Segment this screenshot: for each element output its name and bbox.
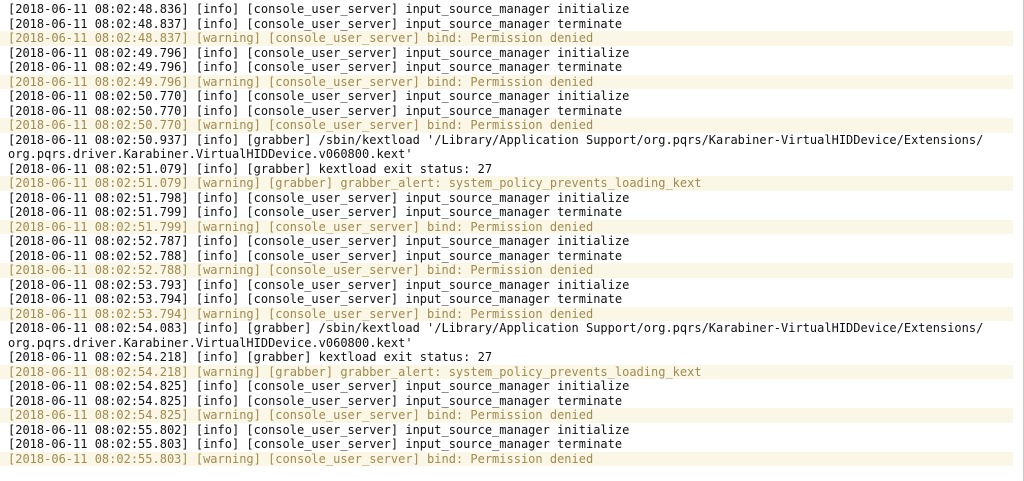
log-line-warning[interactable]: [2018-06-11 08:02:53.794] [warning] [con… — [0, 306, 1013, 321]
log-line-info[interactable]: [2018-06-11 08:02:53.794] [info] [consol… — [0, 292, 1013, 307]
log-line-info[interactable]: [2018-06-11 08:02:51.798] [info] [consol… — [0, 191, 1013, 206]
log-line-info[interactable]: [2018-06-11 08:02:55.803] [info] [consol… — [0, 437, 1013, 452]
log-line-info[interactable]: [2018-06-11 08:02:50.937] [info] [grabbe… — [0, 133, 1013, 162]
log-line-info[interactable]: [2018-06-11 08:02:55.802] [info] [consol… — [0, 423, 1013, 438]
log-line-info[interactable]: [2018-06-11 08:02:50.770] [info] [consol… — [0, 89, 1013, 104]
log-line-info[interactable]: [2018-06-11 08:02:49.796] [info] [consol… — [0, 46, 1013, 61]
log-line-warning[interactable]: [2018-06-11 08:02:50.770] [warning] [con… — [0, 118, 1013, 133]
log-line-warning[interactable]: [2018-06-11 08:02:51.799] [warning] [con… — [0, 219, 1013, 234]
log-line-warning[interactable]: [2018-06-11 08:02:54.218] [warning] [gra… — [0, 364, 1013, 379]
log-line-info[interactable]: [2018-06-11 08:02:51.799] [info] [consol… — [0, 205, 1013, 220]
log-line-warning[interactable]: [2018-06-11 08:02:52.788] [warning] [con… — [0, 263, 1013, 278]
log-line-warning[interactable]: [2018-06-11 08:02:54.825] [warning] [con… — [0, 408, 1013, 423]
log-line-info[interactable]: [2018-06-11 08:02:48.836] [info] [consol… — [0, 2, 1013, 17]
log-line-info[interactable]: [2018-06-11 08:02:49.796] [info] [consol… — [0, 60, 1013, 75]
log-line-warning[interactable]: [2018-06-11 08:02:55.803] [warning] [con… — [0, 451, 1013, 466]
log-line-info[interactable]: [2018-06-11 08:02:50.770] [info] [consol… — [0, 104, 1013, 119]
log-line-info[interactable]: [2018-06-11 08:02:54.083] [info] [grabbe… — [0, 321, 1013, 350]
log-line-info[interactable]: [2018-06-11 08:02:54.825] [info] [consol… — [0, 379, 1013, 394]
log-viewer[interactable]: [2018-06-11 08:02:48.836] [info] [consol… — [0, 0, 1024, 481]
log-line-info[interactable]: [2018-06-11 08:02:54.218] [info] [grabbe… — [0, 350, 1013, 365]
log-list[interactable]: [2018-06-11 08:02:48.836] [info] [consol… — [0, 0, 1023, 466]
log-line-warning[interactable]: [2018-06-11 08:02:49.796] [warning] [con… — [0, 74, 1013, 89]
log-line-info[interactable]: [2018-06-11 08:02:52.787] [info] [consol… — [0, 234, 1013, 249]
log-line-info[interactable]: [2018-06-11 08:02:51.079] [info] [grabbe… — [0, 162, 1013, 177]
log-line-info[interactable]: [2018-06-11 08:02:53.793] [info] [consol… — [0, 278, 1013, 293]
log-line-info[interactable]: [2018-06-11 08:02:54.825] [info] [consol… — [0, 394, 1013, 409]
log-line-info[interactable]: [2018-06-11 08:02:52.788] [info] [consol… — [0, 249, 1013, 264]
log-line-warning[interactable]: [2018-06-11 08:02:48.837] [warning] [con… — [0, 31, 1013, 46]
log-line-info[interactable]: [2018-06-11 08:02:48.837] [info] [consol… — [0, 17, 1013, 32]
log-line-warning[interactable]: [2018-06-11 08:02:51.079] [warning] [gra… — [0, 176, 1013, 191]
